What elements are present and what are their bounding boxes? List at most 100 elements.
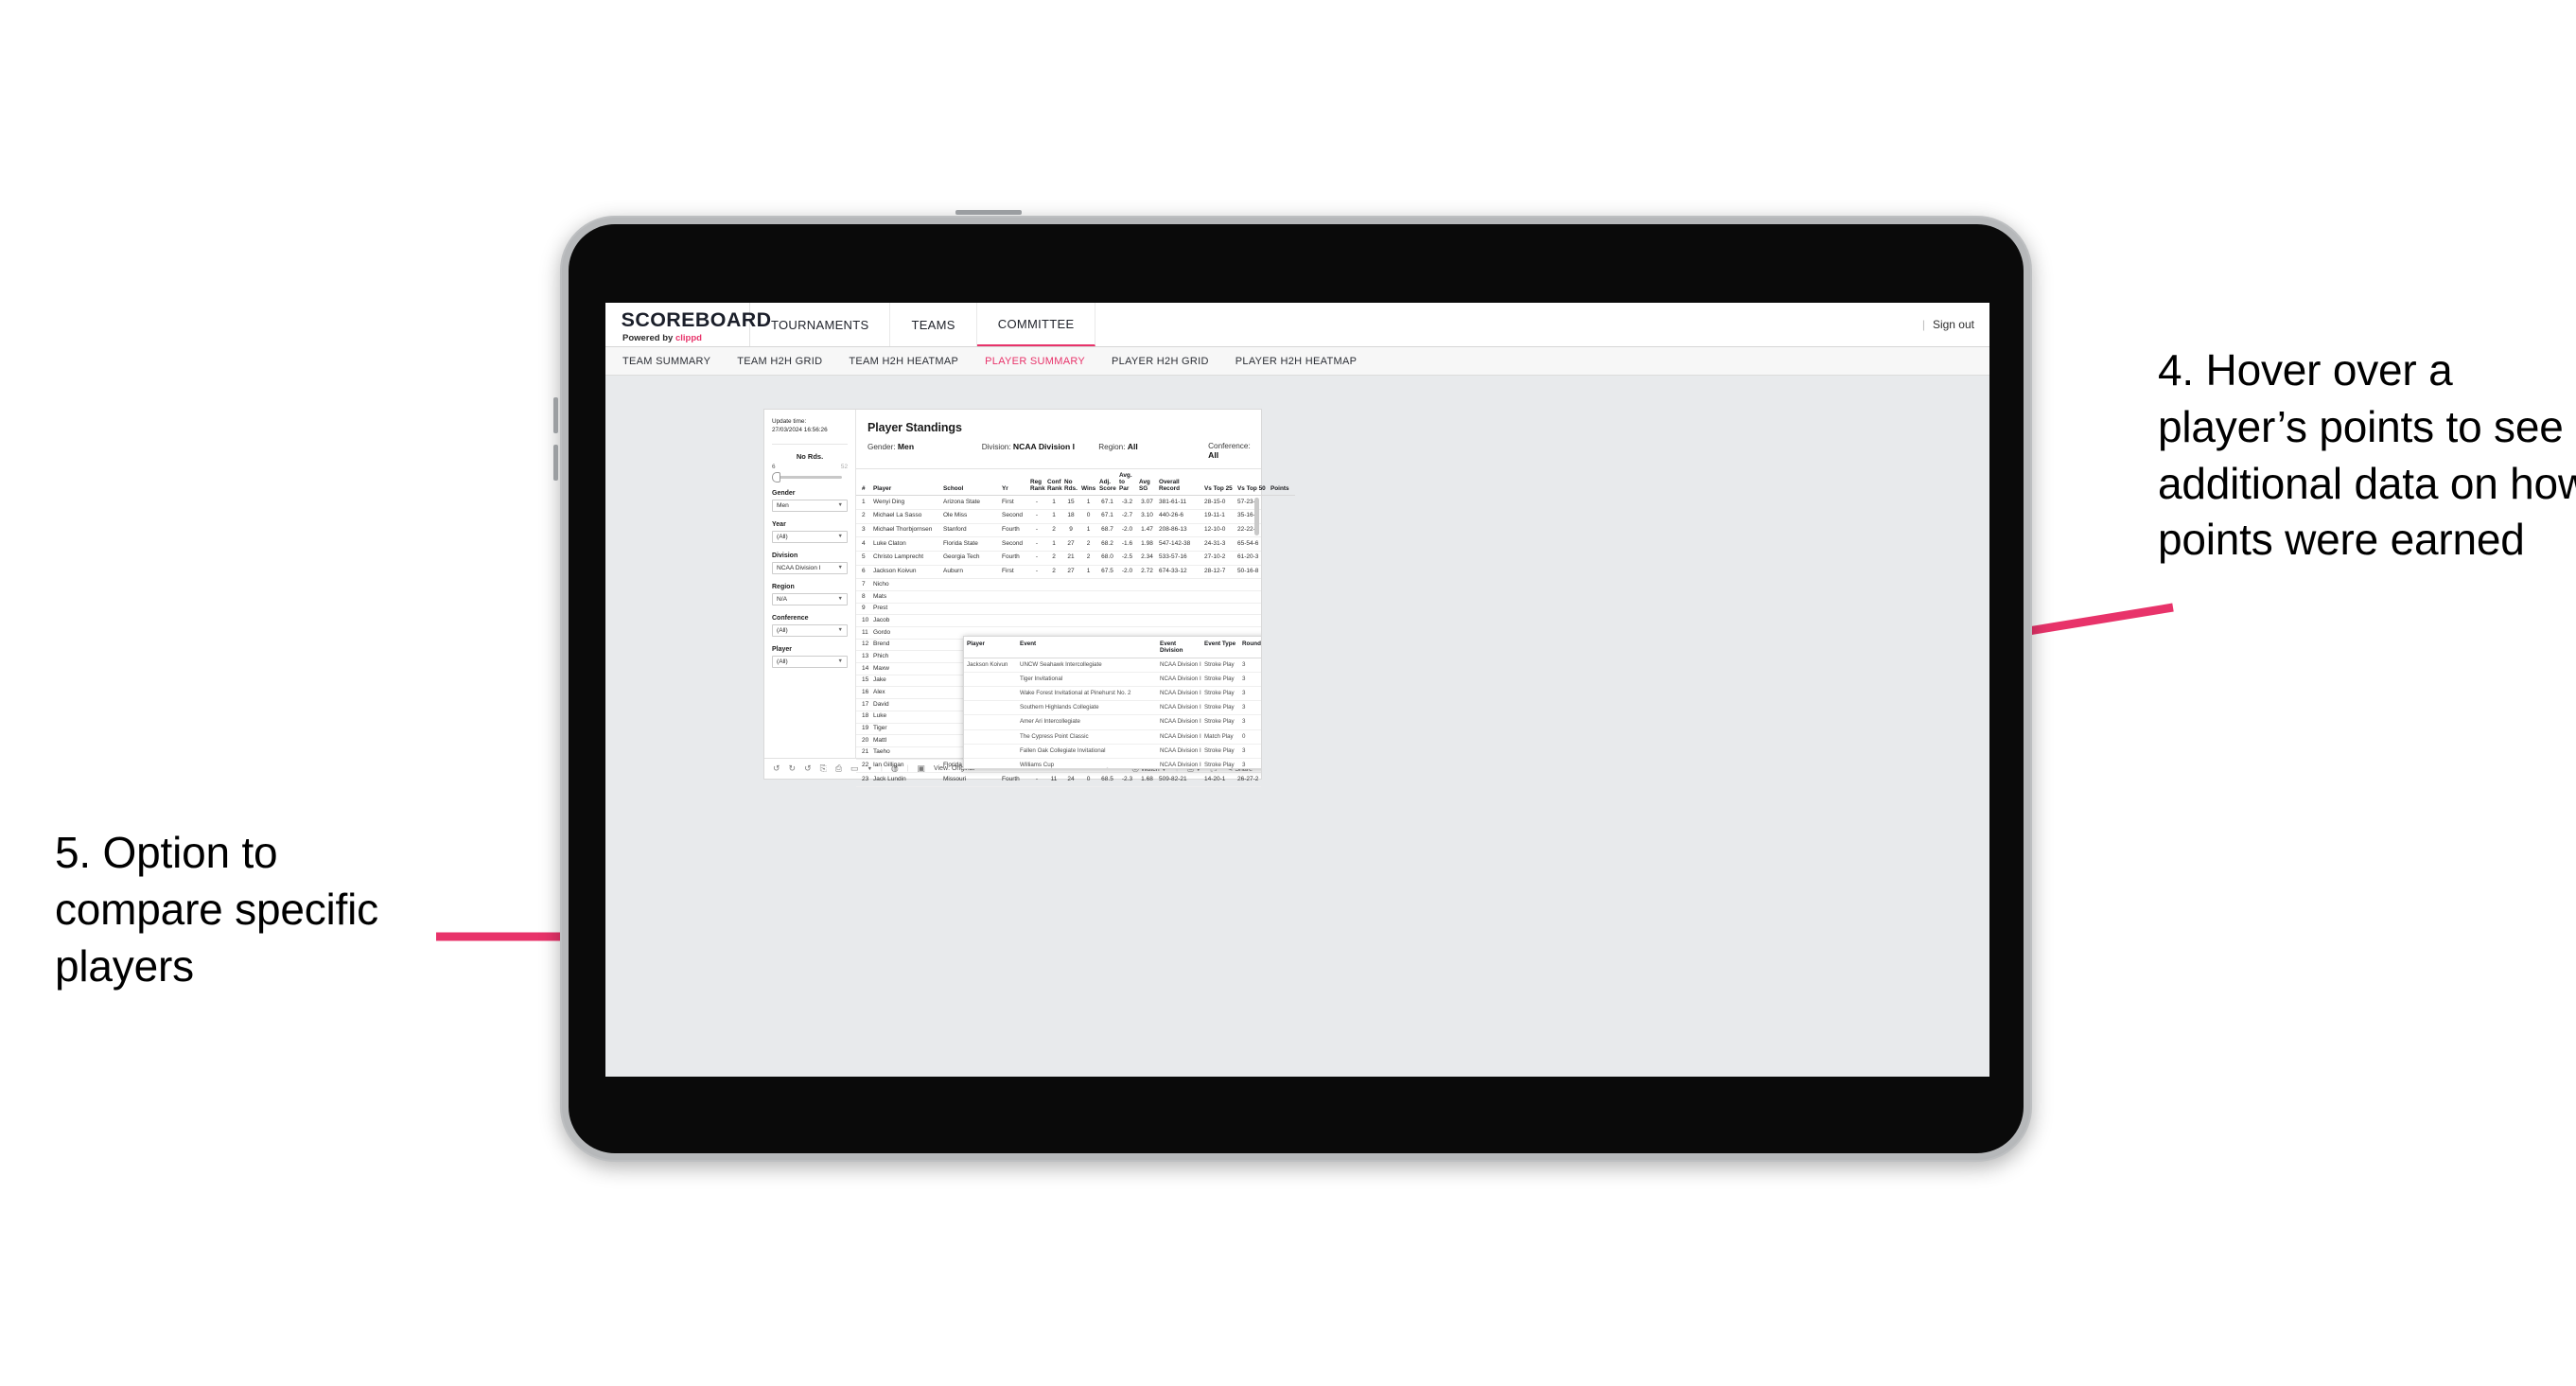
refresh-data-icon[interactable]: ⎘ <box>820 763 827 774</box>
no-rounds-slider[interactable]: No Rds. 6 52 <box>772 452 848 482</box>
col-no-rds[interactable]: No Rds. <box>1062 469 1079 496</box>
cell-vs-top-25: 19-11-1 <box>1202 509 1235 524</box>
cell-vs-top-50 <box>1235 590 1261 604</box>
col-wins[interactable]: Wins <box>1079 469 1097 496</box>
header-divider: | <box>1921 318 1925 331</box>
cell-player: Alex <box>871 686 941 700</box>
table-row[interactable]: 23 Jack Lundin Missouri Fourth -11 24 0 68.5 -2.… <box>856 772 1261 787</box>
col-t50-l1: Vs Top 50 <box>1237 485 1266 493</box>
table-row[interactable]: 6 Jackson Koivun Auburn First -2 27 1 67.5 -2.0 2… <box>856 565 1261 580</box>
col-vs-top-25[interactable]: Vs Top 25 <box>1202 469 1235 496</box>
filter-gender-select[interactable]: Men ▼ <box>772 499 848 512</box>
revert-icon[interactable]: ↺ <box>804 763 812 774</box>
cell-wins: 2 <box>1079 536 1097 552</box>
table-row[interactable]: 8 Mats <box>856 590 1261 604</box>
sign-out-link[interactable]: Sign out <box>1933 318 1974 331</box>
table-row[interactable]: 4 Luke Claton Florida State Second -1 27 2 68.2… <box>856 536 1261 552</box>
tab-team-h2h-heatmap[interactable]: TEAM H2H HEATMAP <box>849 356 958 367</box>
table-row[interactable]: 2 Michael La Sasso Ole Miss Second -1 18 0 67.1… <box>856 509 1261 524</box>
cell-adj-score <box>1097 590 1117 604</box>
cell-avg-to-par <box>1117 603 1137 616</box>
filter-division-select[interactable]: NCAA Division I ▼ <box>772 561 848 574</box>
col-yr[interactable]: Yr <box>1000 469 1028 496</box>
col-reg-rank[interactable]: Reg Rank <box>1028 469 1045 496</box>
table-row[interactable]: 1 Wenyi Ding Arizona State First -1 15 1 67.1 -3… <box>856 496 1261 510</box>
col-rec-l2: Record <box>1159 485 1181 493</box>
cell-rank: 1 <box>856 496 871 510</box>
cell-rank: 5 <box>856 551 871 566</box>
cell-no-rds: 24 <box>1062 772 1079 787</box>
tab-player-h2h-grid[interactable]: PLAYER H2H GRID <box>1112 356 1209 367</box>
col-player[interactable]: Player <box>871 469 941 496</box>
cell-conf-rank: 11 <box>1045 772 1062 787</box>
col-overall-record[interactable]: Overall Record <box>1157 469 1202 496</box>
slider-handle[interactable] <box>772 471 780 482</box>
cell-vs-top-25: 27-10-2 <box>1202 551 1235 566</box>
cell-yr <box>1000 603 1028 616</box>
filter-conference-select[interactable]: (All) ▼ <box>772 623 848 637</box>
col-adj-score[interactable]: Adj. Score <box>1097 469 1117 496</box>
pause-updates-icon[interactable]: ⎙ <box>835 763 842 774</box>
col-school[interactable]: School <box>941 469 1000 496</box>
redo-icon[interactable]: ↻ <box>789 763 797 774</box>
table-row[interactable]: 9 Prest <box>856 603 1261 616</box>
table-row[interactable]: 7 Nicho <box>856 578 1261 591</box>
tab-team-h2h-grid[interactable]: TEAM H2H GRID <box>737 356 822 367</box>
col-conf-rank[interactable]: Conf Rank <box>1045 469 1062 496</box>
filter-year-select[interactable]: (All) ▼ <box>772 530 848 543</box>
cell-vs-top-25 <box>1202 614 1235 628</box>
cell-vs-top-25 <box>1202 590 1235 604</box>
col-avg-to-par[interactable]: Avg. to Par <box>1117 469 1137 496</box>
app-header: SCOREBOARD Powered by clippd TOURNAMENTS… <box>605 303 1989 347</box>
col-reg-l2: Rank <box>1030 485 1045 493</box>
vertical-scrollbar[interactable] <box>1254 498 1259 536</box>
meta-gender: Gender: Men <box>867 442 982 460</box>
logo-wordmark: SCOREBOARD <box>621 309 772 331</box>
standings-table-scroll: 1 Wenyi Ding Arizona State First -1 15 1 67.1 -3… <box>856 496 1261 790</box>
table-row[interactable]: 24Bastien AmatNew MexicoFourth-127269.4-… <box>856 786 1261 790</box>
volume-up-button[interactable] <box>553 397 558 433</box>
undo-icon[interactable]: ↺ <box>773 763 780 774</box>
slider-track[interactable] <box>772 471 842 482</box>
tt-col-event: Event <box>1020 640 1037 648</box>
cell-vs-top-50 <box>1235 578 1261 591</box>
col-pts-l1: Points <box>1270 485 1289 493</box>
cell-reg-rank: - <box>1028 523 1045 538</box>
power-button[interactable] <box>955 210 1022 215</box>
tooltip-rows: Jackson Koivun UNCW Seahawk Intercollegia… <box>964 658 1261 769</box>
cell-reg-rank <box>1028 578 1045 591</box>
tab-player-h2h-heatmap[interactable]: PLAYER H2H HEATMAP <box>1235 356 1357 367</box>
tab-player-summary[interactable]: PLAYER SUMMARY <box>985 356 1085 367</box>
cell-adj-score <box>1097 578 1117 591</box>
page-title: Player Standings <box>867 421 962 434</box>
table-row[interactable]: 3 Michael Thorbjornsen Stanford Fourth -2 9 1 6… <box>856 523 1261 538</box>
col-avg-sg[interactable]: Avg SG <box>1137 469 1157 496</box>
cell-wins: 0 <box>1079 772 1097 787</box>
cell-yr: First <box>1000 496 1028 510</box>
col-rank[interactable]: # <box>856 469 871 496</box>
volume-down-button[interactable] <box>553 445 558 481</box>
cell-yr: Second <box>1000 509 1028 524</box>
cell-no-rds: 27 <box>1062 565 1079 580</box>
tooltip-cell-event: Williams Cup <box>1017 758 1157 769</box>
filter-region-select[interactable]: N/A ▼ <box>772 592 848 605</box>
col-points[interactable]: Points <box>1269 469 1295 496</box>
col-vs-top-50[interactable]: Vs Top 50 <box>1235 469 1269 496</box>
filter-region: Region N/A ▼ <box>772 584 848 605</box>
table-row[interactable]: 10 Jacob <box>856 614 1261 628</box>
table-row[interactable]: 5 Christo Lamprecht Georgia Tech Fourth -2 21… <box>856 551 1261 566</box>
cell-conf-rank: 1 <box>1045 786 1062 790</box>
cell-conf-rank <box>1045 614 1062 628</box>
tooltip-cell-event-type: Stroke Play <box>1201 658 1239 673</box>
tab-team-summary[interactable]: TEAM SUMMARY <box>622 356 710 367</box>
cell-player: Michael Thorbjornsen <box>871 523 941 538</box>
col-rds-l1: No <box>1064 479 1073 486</box>
tooltip-cell-event-type: Stroke Play <box>1201 686 1239 702</box>
nav-item-committee[interactable]: COMMITTEE <box>976 303 1096 346</box>
app-logo[interactable]: SCOREBOARD Powered by clippd <box>605 303 772 346</box>
cell-adj-score: 67.1 <box>1097 496 1117 510</box>
filter-player: Player (All) ▼ <box>772 646 848 668</box>
filter-player-select[interactable]: (All) ▼ <box>772 655 848 668</box>
col-sg-l2: SG <box>1139 485 1148 493</box>
nav-item-teams[interactable]: TEAMS <box>890 303 977 346</box>
